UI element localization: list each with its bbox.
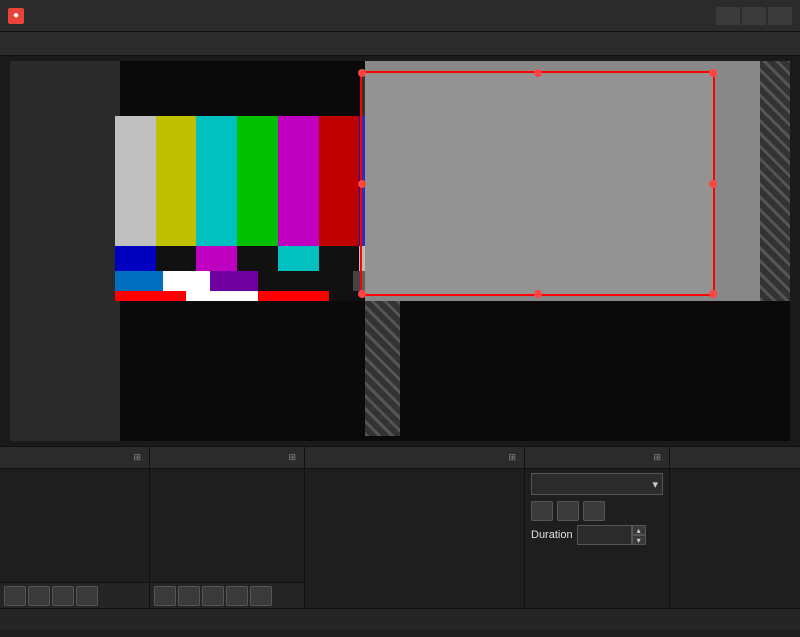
duration-up[interactable]: ▴ [632,525,646,535]
handle-mr[interactable] [709,180,717,188]
sources-panel-header: ⊞ [150,447,304,469]
sources-list [150,469,304,582]
scenes-toolbar [0,582,149,608]
handle-br[interactable] [709,290,717,298]
audio-mixer-icon: ⊞ [508,452,516,463]
transition-add-button[interactable] [531,501,553,521]
controls-panel [670,447,800,608]
sources-settings-button[interactable] [202,586,224,606]
handle-bl[interactable] [358,290,366,298]
scenes-up-button[interactable] [52,586,74,606]
app-icon: ● [8,8,24,24]
transitions-panel: ⊞ ▾ Duration ▴ ▾ [525,447,670,608]
handle-ml[interactable] [358,180,366,188]
audio-mixer-header: ⊞ [305,447,524,469]
panels-row: ⊞ ⊞ [0,446,800,608]
preview-gray-left [10,61,120,441]
menu-bar [0,32,800,56]
transition-chevron-icon: ▾ [652,478,658,491]
handle-tr[interactable] [709,69,717,77]
stripe-right [760,61,790,301]
title-bar: ● [0,0,800,32]
color-bars [115,116,400,301]
sources-up-button[interactable] [226,586,248,606]
transition-settings-button[interactable] [583,501,605,521]
scenes-remove-button[interactable] [28,586,50,606]
transitions-icon: ⊞ [653,452,661,463]
status-bar [0,608,800,630]
handle-tl[interactable] [358,69,366,77]
transition-remove-button[interactable] [557,501,579,521]
maximize-button[interactable] [742,7,766,25]
handle-bc[interactable] [534,290,542,298]
scenes-panel-header: ⊞ [0,447,149,469]
selected-source-overlay[interactable] [360,71,715,296]
transition-toolbar [525,499,669,523]
sources-panel: ⊞ [150,447,305,608]
scenes-list [0,469,149,582]
transition-select[interactable]: ▾ [531,473,663,495]
minimize-button[interactable] [716,7,740,25]
window-controls [716,7,792,25]
scenes-add-button[interactable] [4,586,26,606]
duration-label: Duration [531,529,573,541]
controls-list [670,469,800,477]
transitions-header: ⊞ [525,447,669,469]
sources-toolbar [150,582,304,608]
duration-spin: ▴ ▾ [632,525,646,545]
duration-down[interactable]: ▾ [632,535,646,545]
scenes-down-button[interactable] [76,586,98,606]
sources-remove-button[interactable] [178,586,200,606]
scenes-panel: ⊞ [0,447,150,608]
duration-row: Duration ▴ ▾ [525,523,669,547]
audio-mixer-panel: ⊞ [305,447,525,608]
sources-down-button[interactable] [250,586,272,606]
sources-add-button[interactable] [154,586,176,606]
duration-input[interactable] [577,525,632,545]
bottom-area: ⊞ ⊞ [0,446,800,637]
controls-header [670,447,800,469]
handle-tc[interactable] [534,69,542,77]
close-button[interactable] [768,7,792,25]
preview-area [0,56,800,446]
scenes-panel-icon: ⊞ [133,452,141,463]
sources-panel-icon: ⊞ [288,452,296,463]
